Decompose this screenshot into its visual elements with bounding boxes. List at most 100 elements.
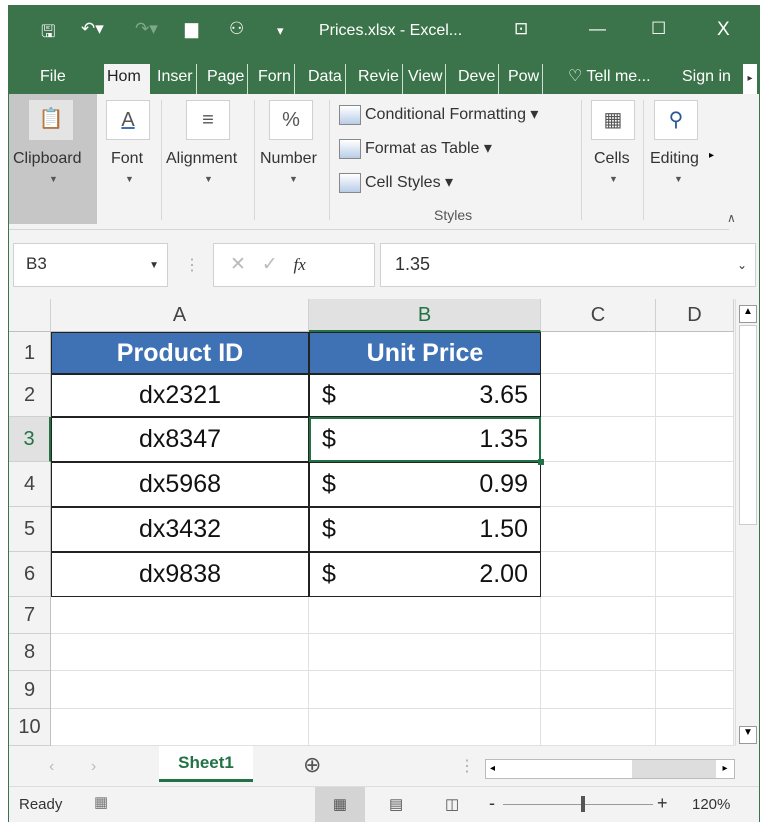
column-header-b[interactable]: B (309, 299, 541, 332)
zoom-in-button[interactable]: + (657, 793, 668, 814)
ribbon-display-icon[interactable]: ⊡ (514, 19, 528, 39)
name-box[interactable]: B3 ▼ (13, 243, 168, 287)
cell[interactable] (309, 597, 541, 634)
zoom-slider[interactable] (503, 804, 653, 805)
unit-price-cell[interactable]: $0.99 (309, 462, 541, 507)
tell-me-search[interactable]: ♡ Tell me... (565, 64, 654, 94)
zoom-slider-thumb[interactable] (581, 796, 585, 812)
cell[interactable] (309, 671, 541, 709)
product-id-cell[interactable]: dx5968 (51, 462, 309, 507)
column-header-c[interactable]: C (541, 299, 656, 332)
cell[interactable] (541, 709, 656, 746)
row-header-2[interactable]: 2 (9, 374, 51, 417)
tab-insert[interactable]: Inser (154, 64, 197, 94)
tabs-scroll-right-icon[interactable]: ▸ (743, 64, 757, 94)
cell[interactable] (309, 634, 541, 671)
cell[interactable] (656, 597, 734, 634)
cells-icon[interactable]: ▦ (591, 100, 635, 140)
macro-record-icon[interactable]: ▦ (94, 793, 108, 811)
minimize-button[interactable]: — (589, 19, 606, 39)
row-header-8[interactable]: 8 (9, 634, 51, 671)
sheet-tab-sheet1[interactable]: Sheet1 (159, 746, 253, 782)
unit-price-cell[interactable]: $1.35 (309, 417, 541, 462)
page-break-view-icon[interactable]: ◫ (445, 795, 459, 813)
font-label[interactable]: Font (111, 150, 143, 168)
row-header-1[interactable]: 1 (9, 332, 51, 374)
normal-view-icon[interactable]: ▦ (315, 787, 365, 822)
row-header-5[interactable]: 5 (9, 507, 51, 552)
column-header-d[interactable]: D (656, 299, 734, 332)
alignment-label[interactable]: Alignment (166, 150, 237, 168)
vertical-scroll-thumb[interactable] (739, 325, 757, 525)
horizontal-scrollbar[interactable]: ◂ ▸ (485, 759, 735, 779)
sheet-scroll-left-icon[interactable]: ‹ (49, 758, 54, 776)
unit-price-cell[interactable]: $2.00 (309, 552, 541, 597)
cell[interactable] (656, 462, 734, 507)
new-folder-icon[interactable]: ▆ (185, 19, 198, 39)
customize-qat-icon[interactable]: ▾ (277, 23, 284, 39)
cells-label[interactable]: Cells (594, 150, 630, 168)
cell[interactable] (51, 671, 309, 709)
cell[interactable] (541, 671, 656, 709)
product-id-cell[interactable]: dx3432 (51, 507, 309, 552)
cell[interactable] (541, 507, 656, 552)
hierarchy-icon[interactable]: ⚇ (229, 19, 244, 39)
editing-label[interactable]: Editing (650, 150, 710, 168)
format-as-table-button[interactable]: Format as Table ▾ (339, 138, 492, 159)
row-header-9[interactable]: 9 (9, 671, 51, 709)
row-header-10[interactable]: 10 (9, 709, 51, 746)
row-header-6[interactable]: 6 (9, 552, 51, 597)
header-cell[interactable]: Product ID (51, 332, 309, 374)
select-all-button[interactable] (9, 299, 51, 332)
number-label[interactable]: Number (260, 150, 317, 168)
tab-home[interactable]: Hom (104, 64, 150, 94)
cell[interactable] (541, 597, 656, 634)
cell[interactable] (656, 507, 734, 552)
cell[interactable] (51, 709, 309, 746)
cell[interactable] (656, 332, 734, 374)
cell[interactable] (309, 709, 541, 746)
header-cell[interactable]: Unit Price (309, 332, 541, 374)
cell[interactable] (541, 417, 656, 462)
redo-icon[interactable]: ↷▾ (135, 19, 158, 39)
tab-data[interactable]: Data (305, 64, 346, 94)
tab-developer[interactable]: Deve (455, 64, 500, 94)
new-sheet-icon[interactable]: ⊕ (303, 752, 321, 778)
tab-formulas[interactable]: Forn (255, 64, 295, 94)
tab-page-layout[interactable]: Page (204, 64, 249, 94)
tab-review[interactable]: Revie (355, 64, 403, 94)
cell-styles-button[interactable]: Cell Styles ▾ (339, 172, 453, 193)
font-icon[interactable]: A (106, 100, 150, 140)
tab-file[interactable]: File (37, 64, 69, 94)
close-button[interactable]: X (717, 19, 730, 41)
zoom-level[interactable]: 120% (692, 796, 730, 813)
product-id-cell[interactable]: dx9838 (51, 552, 309, 597)
cell[interactable] (656, 634, 734, 671)
enter-icon[interactable]: ✓ (262, 254, 278, 275)
sheet-scroll-right-icon[interactable]: › (91, 758, 96, 776)
fill-handle[interactable] (538, 459, 544, 465)
cell[interactable] (541, 374, 656, 417)
number-icon[interactable]: % (269, 100, 313, 140)
save-icon[interactable]: 🖫 (41, 19, 55, 48)
cell[interactable] (656, 671, 734, 709)
cell[interactable] (541, 462, 656, 507)
cell[interactable] (656, 552, 734, 597)
product-id-cell[interactable]: dx8347 (51, 417, 309, 462)
cell[interactable] (656, 417, 734, 462)
cell[interactable] (541, 332, 656, 374)
row-header-7[interactable]: 7 (9, 597, 51, 634)
tab-power[interactable]: Pow (505, 64, 544, 94)
formula-bar-grip-icon[interactable]: ⋮ (184, 255, 200, 275)
find-icon[interactable]: ⚲ (654, 100, 698, 140)
unit-price-cell[interactable]: $3.65 (309, 374, 541, 417)
product-id-cell[interactable]: dx2321 (51, 374, 309, 417)
cell[interactable] (51, 597, 309, 634)
tab-view[interactable]: View (405, 64, 447, 94)
tab-split-grip-icon[interactable]: ⋮ (459, 756, 475, 776)
vertical-scrollbar[interactable]: ▲ ▼ (735, 299, 759, 746)
cell[interactable] (541, 552, 656, 597)
conditional-formatting-button[interactable]: Conditional Formatting ▾ (339, 104, 538, 125)
column-header-a[interactable]: A (51, 299, 309, 332)
cell[interactable] (51, 634, 309, 671)
